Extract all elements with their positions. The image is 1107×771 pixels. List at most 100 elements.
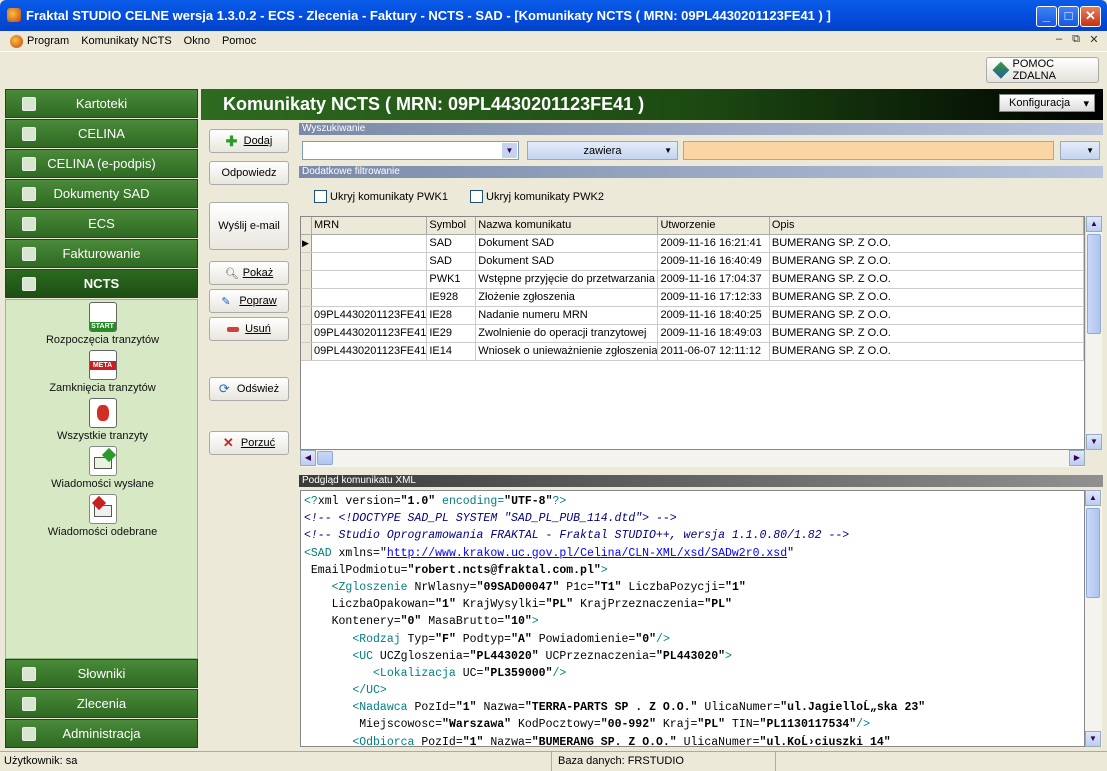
column-header[interactable]: Symbol (426, 217, 477, 235)
sidebar-slowniki[interactable]: Słowniki (5, 659, 198, 688)
table-row[interactable]: PWK1 Wstępne przyjęcie do przetwarzania 20… (301, 270, 1085, 289)
sidebar-kartoteki[interactable]: Kartoteki (5, 89, 198, 118)
table-cell: SAD (426, 234, 477, 253)
table-row[interactable]: SAD Dokument SAD 2009-11-16 16:40:49 BUMERA… (301, 252, 1085, 271)
maximize-button[interactable]: □ (1058, 6, 1079, 27)
sidebar-ecs[interactable]: ECS (5, 209, 198, 238)
nav-label: Wiadomości wysłane (51, 478, 154, 490)
kartoteki-icon (22, 97, 36, 111)
xml-preview[interactable]: <?xml version="1.0" encoding="UTF-8"?> <!… (300, 490, 1085, 747)
add-label: Dodaj (243, 135, 273, 147)
table-cell: 09PL4430201123FE41 (311, 324, 428, 343)
table-cell: 2009-11-16 18:40:25 (657, 306, 770, 325)
menu-okno[interactable]: Okno (184, 35, 210, 47)
remote-help-button[interactable]: POMOC ZDALNA (986, 57, 1099, 83)
row-header[interactable] (301, 342, 312, 361)
xml-section-header: Podgląd komunikatu XML (299, 475, 1103, 487)
row-header[interactable] (301, 252, 312, 271)
sidebar-dokumenty-sad[interactable]: Dokumenty SAD (5, 179, 198, 208)
nav-sent-messages[interactable]: Wiadomości wysłane (6, 446, 199, 490)
minimize-button[interactable]: _ (1036, 6, 1057, 27)
plus-icon: ✚ (225, 133, 238, 149)
column-header[interactable]: Nazwa komunikatu (475, 217, 659, 235)
menu-komunikaty[interactable]: Komunikaty NCTS (81, 35, 171, 47)
config-label: Konfiguracja (1009, 97, 1071, 109)
search-options-dropdown[interactable]: ▼ (1060, 141, 1100, 160)
delete-button[interactable]: Usuń (209, 317, 289, 341)
nav-received-messages[interactable]: Wiadomości odebrane (6, 494, 199, 538)
column-header[interactable]: MRN (311, 217, 428, 235)
table-row[interactable]: ▶ SAD Dokument SAD 2009-11-16 16:21:41 BUMER… (301, 234, 1085, 253)
scroll-up-icon[interactable]: ▲ (1086, 216, 1102, 232)
row-header[interactable] (301, 306, 312, 325)
xml-vertical-scrollbar[interactable]: ▲ ▼ (1085, 490, 1102, 747)
sidebar-ncts[interactable]: NCTS (5, 269, 198, 298)
xml-token: > (531, 615, 539, 629)
xml-token: "PL1130117534" (759, 718, 857, 732)
table-row[interactable]: 09PL4430201123FE41 IE14 Wniosek o unieważn… (301, 342, 1085, 361)
xml-token: /> (856, 718, 870, 732)
row-header[interactable] (301, 324, 312, 343)
search-operator-dropdown[interactable]: zawiera ▼ (527, 141, 678, 160)
table-row[interactable]: IE928 Złożenie zgłoszenia 2009-11-16 17:12… (301, 288, 1085, 307)
scroll-right-icon[interactable]: ▶ (1069, 450, 1085, 466)
sidebar-celina-epodpis[interactable]: CELINA (e-podpis) (5, 149, 198, 178)
table-row[interactable]: 09PL4430201123FE41 IE28 Nadanie numeru MRN… (301, 306, 1085, 325)
table-cell: 09PL4430201123FE41 (311, 342, 428, 361)
hide-pwk2-checkbox[interactable]: Ukryj komunikaty PWK2 (470, 190, 604, 203)
filter-section-header: Dodatkowe filtrowanie (299, 166, 1103, 178)
sidebar-label: Administracja (62, 726, 141, 741)
table-horizontal-scrollbar[interactable]: ◀ ▶ (300, 450, 1085, 467)
mdi-minimize-icon[interactable]: – (1052, 33, 1066, 47)
app-menu-icon[interactable] (10, 34, 23, 48)
config-dropdown[interactable]: Konfiguracja ▾ (999, 94, 1095, 112)
sidebar-zlecenia[interactable]: Zlecenia (5, 689, 198, 718)
nav-all-transits[interactable]: Wszystkie tranzyty (6, 398, 199, 442)
scroll-down-icon[interactable]: ▼ (1085, 731, 1101, 747)
row-header[interactable] (301, 270, 312, 289)
menu-pomoc[interactable]: Pomoc (222, 35, 256, 47)
xml-token: ?> (552, 495, 567, 508)
scroll-up-icon[interactable]: ▲ (1085, 490, 1101, 506)
sidebar-celina[interactable]: CELINA (5, 119, 198, 148)
column-header[interactable]: Opis (769, 217, 1085, 235)
row-header[interactable]: ▶ (301, 234, 312, 253)
abandon-button[interactable]: ✕ Porzuć (209, 431, 289, 455)
refresh-button[interactable]: ⟳ Odśwież (209, 377, 289, 401)
xml-token: PozId= (421, 735, 463, 747)
mdi-close-icon[interactable]: ✕ (1087, 33, 1101, 47)
sidebar-administracja[interactable]: Administracja (5, 719, 198, 748)
close-button[interactable]: ✕ (1080, 6, 1101, 27)
reply-button[interactable]: Odpowiedz (209, 161, 289, 185)
xml-line: <Nadawca PozId="1" Nazwa="TERRA-PARTS SP… (304, 699, 1081, 716)
pencil-icon: ✎ (221, 296, 231, 308)
table-vertical-scrollbar[interactable]: ▲ ▼ (1085, 216, 1102, 450)
hide-pwk1-checkbox[interactable]: Ukryj komunikaty PWK1 (314, 190, 448, 203)
sidebar-fakturowanie[interactable]: Fakturowanie (5, 239, 198, 268)
scroll-thumb[interactable] (317, 451, 333, 465)
show-button[interactable]: 🔍︎ Pokaż (209, 261, 289, 285)
table-cell: PWK1 (426, 270, 477, 289)
table-row[interactable]: 09PL4430201123FE41 IE29 Zwolnienie do oper… (301, 324, 1085, 343)
xml-line: <SAD xmlns="http://www.krakow.uc.gov.pl/… (304, 545, 1081, 562)
xml-line: <?xml version="1.0" encoding="UTF-8"?> (304, 493, 1081, 510)
xml-token: "PL359000" (483, 666, 553, 680)
edit-button[interactable]: ✎ Popraw (209, 289, 289, 313)
nav-transit-end[interactable]: META Zamknięcia tranzytów (6, 350, 199, 394)
menu-program[interactable]: Program (27, 35, 69, 47)
scroll-thumb[interactable] (1086, 508, 1100, 598)
abandon-label: Porzuć (240, 437, 276, 449)
scroll-down-icon[interactable]: ▼ (1086, 434, 1102, 450)
xml-token: "0" (400, 615, 422, 629)
mdi-restore-icon[interactable]: ⧉ (1069, 33, 1083, 47)
send-email-button[interactable]: Wyślij e-mail (209, 202, 289, 250)
search-field-select[interactable]: ▼ (302, 141, 519, 160)
search-input[interactable] (683, 141, 1054, 160)
scroll-thumb[interactable] (1087, 234, 1101, 334)
scroll-left-icon[interactable]: ◀ (300, 450, 316, 466)
row-header[interactable] (301, 288, 312, 307)
sidebar-label: CELINA (e-podpis) (47, 156, 156, 171)
add-button[interactable]: ✚ Dodaj (209, 129, 289, 153)
column-header[interactable]: Utworzenie (657, 217, 770, 235)
nav-transit-start[interactable]: START Rozpoczęcia tranzytów (6, 302, 199, 346)
